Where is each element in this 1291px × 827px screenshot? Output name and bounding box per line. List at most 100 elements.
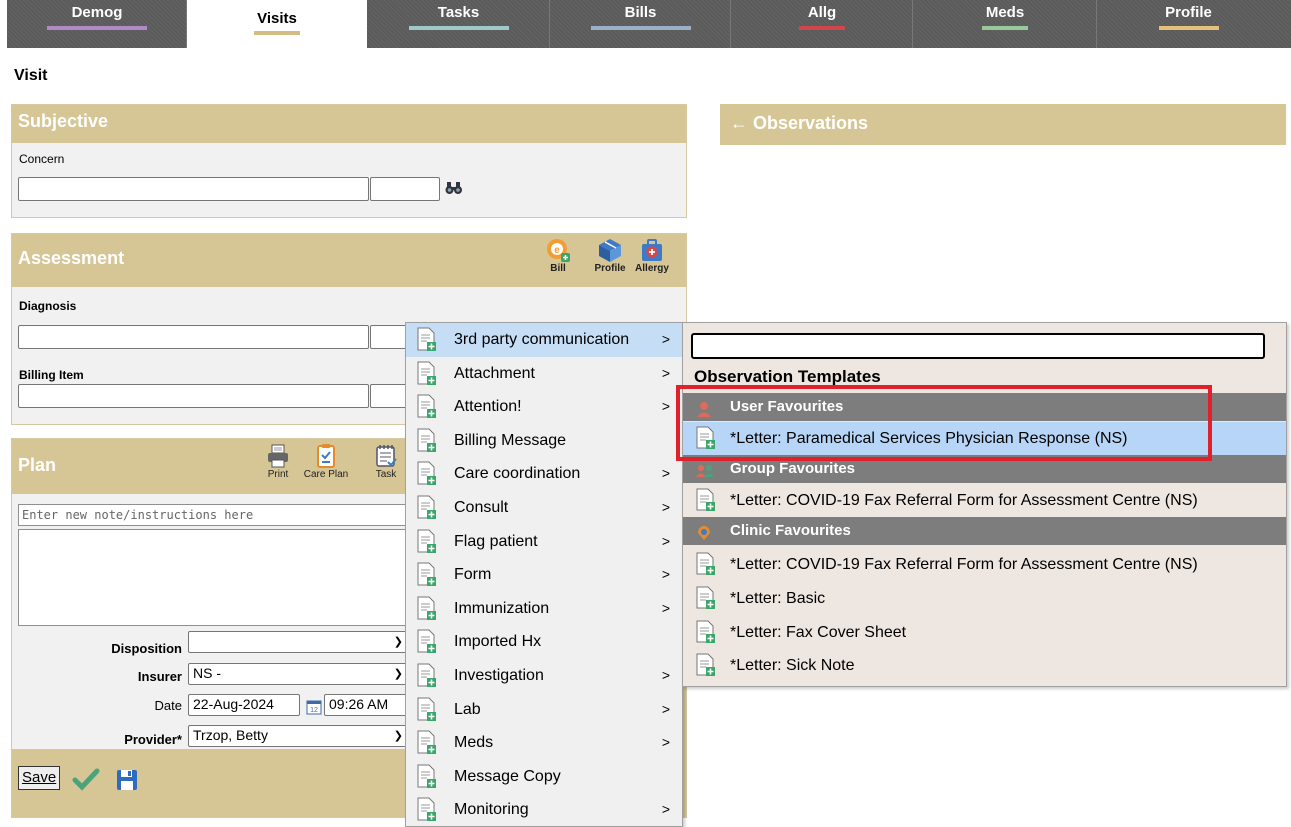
menu-item[interactable]: Attachment >: [406, 357, 682, 391]
menu-item-label: Form: [454, 566, 492, 584]
insurer-label: Insurer: [137, 669, 182, 684]
template-item-label: *Letter: Paramedical Services Physician …: [730, 430, 1128, 447]
group-favourites-header: Group Favourites: [683, 455, 1286, 483]
note-textarea[interactable]: [18, 529, 410, 626]
menu-item-label: Meds: [454, 734, 494, 752]
menu-item[interactable]: Consult >: [406, 491, 682, 525]
time-input[interactable]: 09:26 AM: [324, 694, 408, 716]
checkmark-icon[interactable]: [72, 767, 100, 794]
chevron-down-icon: ❯: [393, 730, 403, 742]
tab-label: Profile: [1165, 4, 1212, 21]
print-button[interactable]: Print: [259, 443, 297, 480]
menu-item[interactable]: Imported Hx: [406, 625, 682, 659]
provider-value: Trzop, Betty: [193, 727, 268, 743]
note-input[interactable]: Enter new note/instructions here: [18, 504, 410, 526]
chevron-right-icon: >: [661, 364, 670, 381]
diagnosis-input[interactable]: [18, 325, 369, 349]
template-item[interactable]: *Letter: Sick Note: [683, 649, 1286, 682]
allergy-label: Allergy: [635, 263, 669, 274]
assessment-header: Assessment: [12, 234, 686, 287]
menu-item[interactable]: Meds >: [406, 726, 682, 760]
allergy-icon: [642, 239, 662, 261]
date-input[interactable]: 22-Aug-2024: [188, 694, 300, 716]
provider-label: Provider*: [124, 732, 182, 747]
template-item-label: *Letter: Basic: [730, 590, 826, 607]
billing-code-input[interactable]: [370, 384, 410, 408]
menu-item[interactable]: Attention! >: [406, 390, 682, 424]
tab-color-bar: [47, 26, 147, 30]
task-button[interactable]: Task: [368, 443, 404, 480]
provider-select[interactable]: Trzop, Betty ❯: [188, 725, 408, 747]
menu-item[interactable]: 3rd party communication >: [406, 323, 682, 357]
chevron-right-icon: >: [661, 498, 670, 515]
tab-profile[interactable]: Profile: [1097, 0, 1280, 48]
menu-item[interactable]: Monitoring >: [406, 793, 682, 826]
printer-icon: [268, 444, 288, 468]
tab-color-bar: [254, 31, 300, 35]
menu-item[interactable]: Lab >: [406, 693, 682, 727]
template-item[interactable]: *Letter: Fax Cover Sheet: [683, 616, 1286, 649]
insurer-select[interactable]: NS - ❯: [188, 663, 408, 685]
save-button[interactable]: Save: [18, 766, 61, 790]
menu-item-label: Imported Hx: [454, 633, 542, 651]
calendar-icon[interactable]: 12: [306, 699, 322, 718]
menu-item[interactable]: Message Copy: [406, 760, 682, 794]
tab-color-bar: [590, 26, 691, 30]
template-category-menu: 3rd party communication > Attachment > Atten…: [405, 322, 683, 827]
insurer-value: NS -: [193, 665, 221, 681]
disposition-select[interactable]: ❯: [188, 631, 408, 653]
user-favourites-label: User Favourites: [730, 398, 844, 415]
template-search-input[interactable]: [691, 333, 1265, 359]
billing-item-input[interactable]: [18, 384, 369, 408]
template-item-label: *Letter: COVID-19 Fax Referral Form for …: [730, 492, 1198, 509]
tab-label: Demog: [71, 4, 123, 21]
concern-code-input[interactable]: [370, 177, 440, 201]
tab-allg[interactable]: Allg: [731, 0, 913, 48]
menu-item-label: Message Copy: [454, 767, 561, 785]
template-item[interactable]: *Letter: Basic: [683, 582, 1286, 615]
disposition-label: Disposition: [111, 641, 182, 656]
binoculars-icon[interactable]: [445, 181, 463, 198]
chevron-right-icon: >: [661, 331, 670, 347]
group-favourites-label: Group Favourites: [730, 460, 856, 477]
chevron-right-icon: >: [661, 465, 670, 482]
tab-tasks[interactable]: Tasks: [367, 0, 550, 48]
tab-visits[interactable]: Visits: [187, 0, 367, 48]
template-item[interactable]: *Letter: COVID-19 Fax Referral Form for …: [683, 548, 1286, 581]
menu-item[interactable]: Form >: [406, 558, 682, 592]
concern-input[interactable]: [18, 177, 369, 201]
menu-item-label: Immunization: [454, 599, 550, 617]
care-plan-button[interactable]: Care Plan: [298, 443, 354, 480]
tab-label: Bills: [624, 4, 657, 21]
bill-button[interactable]: e Bill: [543, 237, 573, 274]
care-plan-icon: [317, 444, 335, 468]
tab-demog[interactable]: Demog: [7, 0, 187, 48]
document-add-icon: [695, 653, 717, 689]
diagnosis-label: Diagnosis: [19, 299, 77, 313]
menu-item-label: 3rd party communication: [454, 331, 630, 348]
observations-title: Observations: [753, 113, 869, 133]
tab-meds[interactable]: Meds: [913, 0, 1097, 48]
menu-item-label: Care coordination: [454, 465, 581, 483]
diagnosis-code-input[interactable]: [370, 325, 410, 349]
allergy-button[interactable]: Allergy: [628, 237, 676, 274]
profile-button[interactable]: Profile: [593, 237, 627, 274]
bill-icon: e: [547, 239, 570, 262]
tab-bills[interactable]: Bills: [550, 0, 731, 48]
print-label: Print: [267, 469, 289, 480]
menu-item-label: Lab: [454, 700, 481, 718]
menu-item[interactable]: Billing Message: [406, 424, 682, 458]
menu-item[interactable]: Investigation >: [406, 659, 682, 693]
menu-item[interactable]: Immunization >: [406, 592, 682, 626]
user-favourites-header: User Favourites: [683, 393, 1286, 421]
template-item[interactable]: *Letter: Paramedical Services Physician …: [683, 422, 1286, 455]
chevron-down-icon: ❯: [393, 668, 403, 680]
observations-header[interactable]: ← Observations: [720, 104, 1286, 145]
template-item[interactable]: *Letter: COVID-19 Fax Referral Form for …: [683, 484, 1286, 517]
menu-item-label: Attachment: [454, 364, 535, 382]
menu-item[interactable]: Flag patient >: [406, 525, 682, 559]
tab-label: Allg: [807, 4, 837, 21]
floppy-disk-icon[interactable]: [115, 768, 139, 795]
menu-item[interactable]: Care coordination >: [406, 457, 682, 491]
template-item-label: *Letter: Sick Note: [730, 657, 855, 674]
